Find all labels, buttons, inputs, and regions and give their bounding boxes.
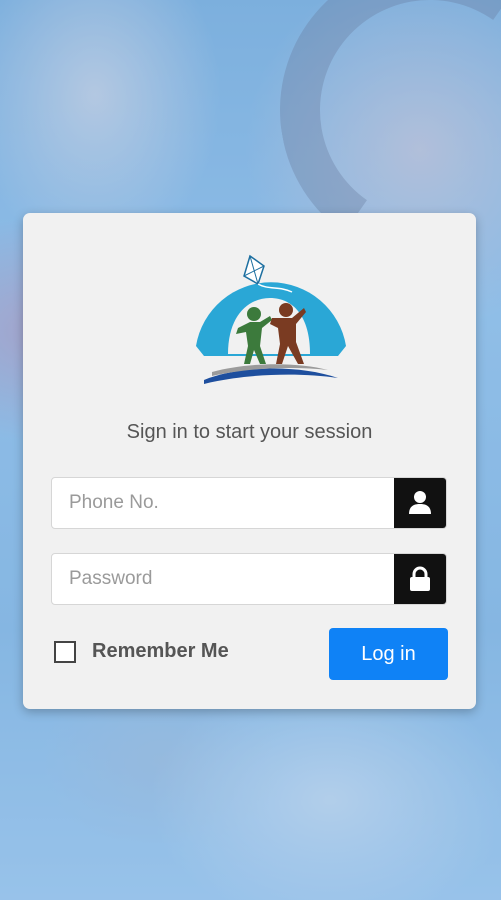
password-field-group [51,553,447,605]
phone-input[interactable] [52,478,396,528]
user-icon [394,478,446,528]
phone-field-group [51,477,447,529]
remember-me-label: Remember Me [92,640,229,662]
remember-me[interactable]: Remember Me [54,640,229,663]
page-subtitle: Sign in to start your session [126,421,373,443]
login-card: Sign in to start your session Remember M… [23,213,476,709]
login-button[interactable]: Log in [329,628,448,680]
password-input[interactable] [52,554,396,604]
school-logo [196,254,346,384]
lock-icon [394,554,446,604]
remember-me-checkbox[interactable] [54,640,76,663]
